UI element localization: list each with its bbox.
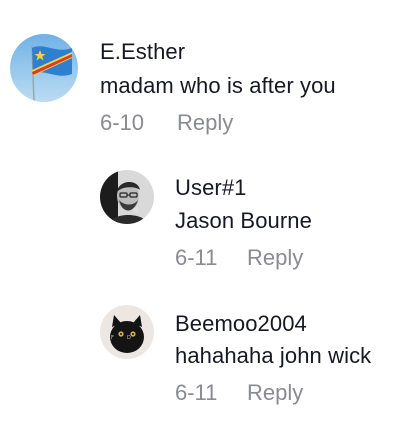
comment-username[interactable]: E.Esther bbox=[100, 39, 185, 65]
reply-button[interactable]: Reply bbox=[247, 380, 303, 406]
svg-text:F: F bbox=[111, 335, 114, 341]
comment-username[interactable]: Beemoo2004 bbox=[175, 311, 307, 337]
comment-username[interactable]: User#1 bbox=[175, 175, 247, 201]
comment-date: 6-11 bbox=[175, 245, 218, 270]
bearded-man-avatar[interactable] bbox=[100, 170, 154, 224]
black-cat-avatar[interactable]: F D bbox=[100, 305, 154, 359]
comment-text: Jason Bourne bbox=[175, 208, 312, 233]
flag-avatar-icon[interactable] bbox=[10, 34, 78, 102]
reply-button[interactable]: Reply bbox=[177, 110, 233, 136]
comment-date: 6-10 bbox=[100, 110, 145, 135]
comment-text: madam who is after you bbox=[100, 73, 336, 98]
svg-text:D: D bbox=[127, 335, 131, 341]
comment-text: hahahaha john wick bbox=[175, 343, 372, 368]
reply-button[interactable]: Reply bbox=[247, 245, 303, 271]
comment-date: 6-11 bbox=[175, 380, 218, 405]
